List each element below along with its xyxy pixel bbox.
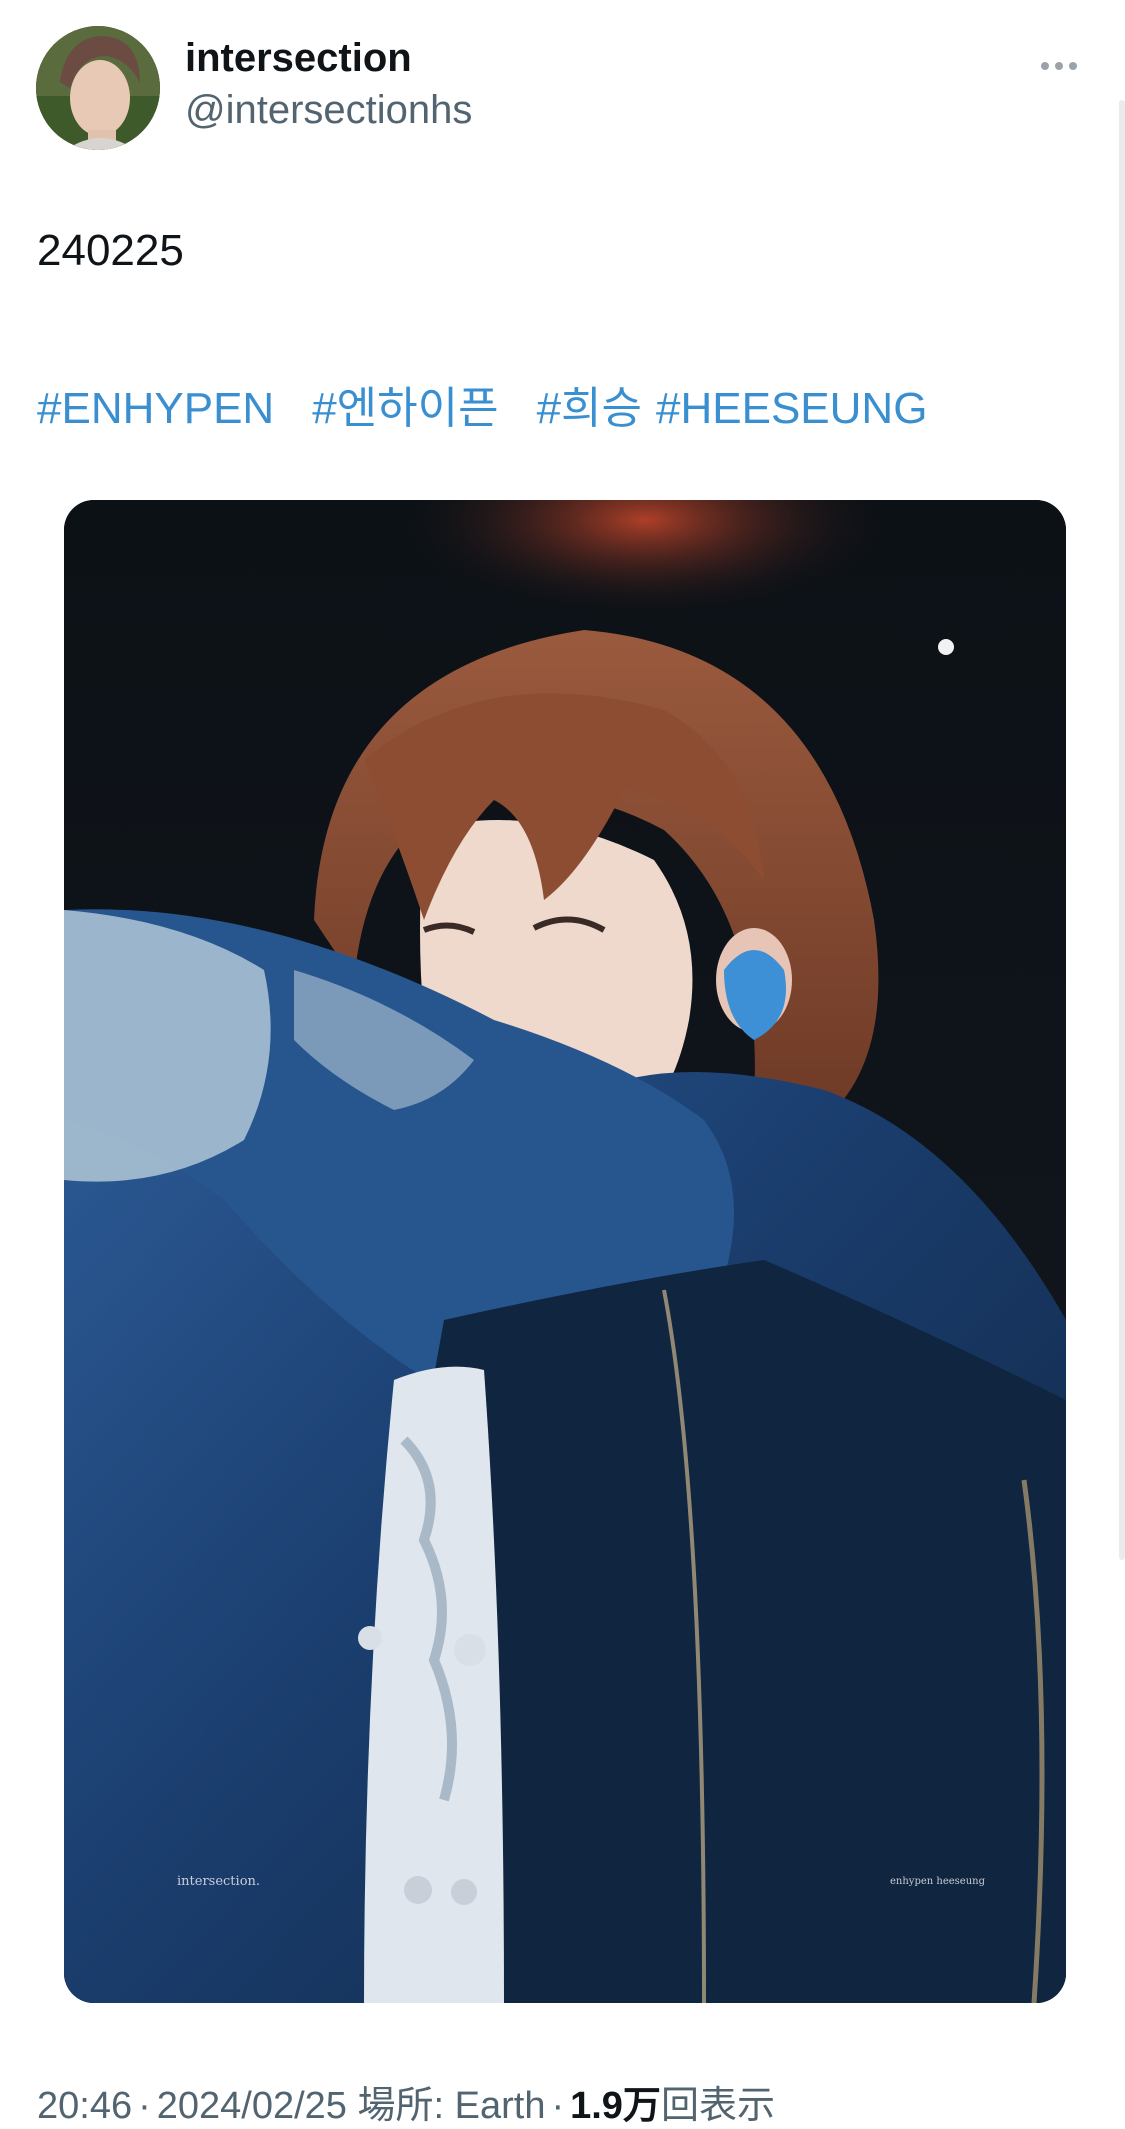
scrollbar[interactable] — [1119, 100, 1125, 1560]
more-dot — [1069, 62, 1077, 70]
tweet-text: 240225 — [37, 226, 184, 275]
hashtag-enhypen[interactable]: #ENHYPEN — [37, 384, 274, 433]
meta-separator: · — [138, 2085, 151, 2127]
hashtag-enhypen-korean[interactable]: #엔하이픈 — [312, 384, 498, 433]
more-dots-icon[interactable] — [1029, 46, 1089, 86]
hashtag-heeseung[interactable]: #HEESEUNG — [656, 384, 927, 433]
user-handle[interactable]: @intersectionhs — [185, 88, 472, 133]
location-label: 場所: — [357, 2085, 445, 2127]
hashtag-heeseung-korean[interactable]: #희승 — [537, 384, 642, 433]
tweet-date[interactable]: 2024/02/25 — [157, 2085, 347, 2127]
display-name[interactable]: intersection — [185, 36, 412, 81]
more-dot — [1041, 62, 1049, 70]
more-dot — [1055, 62, 1063, 70]
media-watermark-left: intersection. — [177, 1874, 261, 1889]
tweet-meta: 20:46 · 2024/02/25 場所: Earth · 1.9万回表示 — [37, 2074, 775, 2129]
concert-photo — [64, 500, 1066, 2003]
avatar[interactable] — [36, 26, 160, 150]
avatar-image — [36, 26, 160, 150]
views-count[interactable]: 1.9万 — [570, 2085, 661, 2127]
views-label: 回表示 — [660, 2085, 775, 2127]
location-value[interactable]: Earth — [455, 2085, 546, 2127]
hashtag-list: #ENHYPEN #엔하이픈 #희승 #HEESEUNG — [37, 372, 927, 436]
tweet-header: intersection @intersectionhs — [36, 26, 1089, 150]
tweet-media-image[interactable]: intersection. enhypen heeseung — [64, 500, 1066, 2003]
media-watermark-right: enhypen heeseung — [890, 1876, 985, 1887]
tweet-time[interactable]: 20:46 — [37, 2085, 132, 2127]
meta-separator: · — [551, 2085, 565, 2127]
